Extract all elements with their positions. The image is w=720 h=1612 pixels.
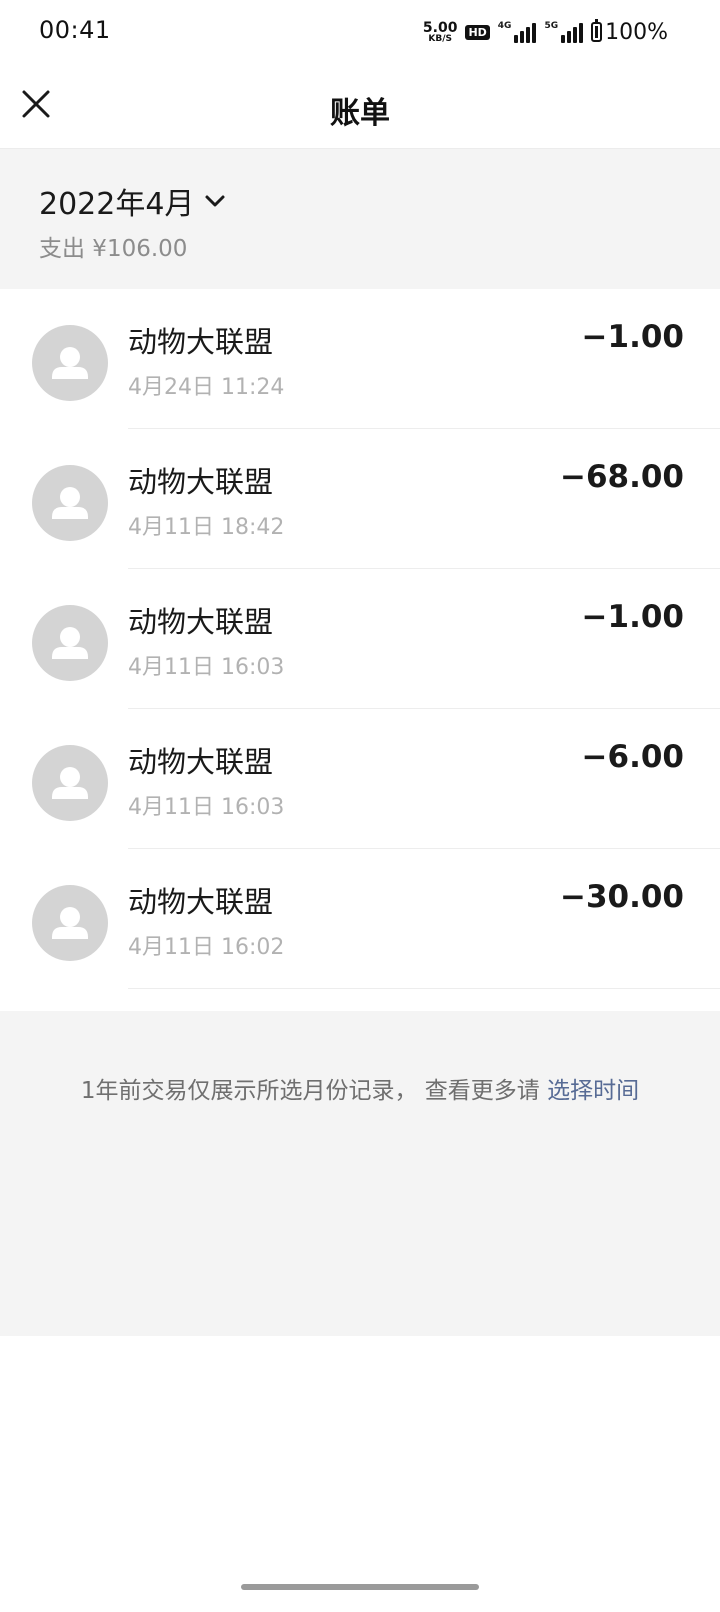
signal-5g-icon: 5G [544, 21, 584, 43]
battery-percent: 100% [605, 19, 668, 45]
chevron-down-icon [205, 195, 225, 207]
avatar [32, 465, 108, 541]
transaction-time: 4月11日 16:02 [128, 935, 285, 960]
transaction-row[interactable]: 动物大联盟 4月11日 18:42 −68.00 [0, 429, 720, 569]
status-bar: 00:41 5.00 KB/S HD 4G 5G 100% [0, 0, 720, 66]
transaction-amount: −6.00 [581, 739, 684, 775]
transaction-row[interactable]: 动物大联盟 4月11日 16:03 −1.00 [0, 569, 720, 709]
transaction-time: 4月11日 16:03 [128, 655, 285, 680]
merchant-name: 动物大联盟 [128, 745, 274, 779]
notice-area: 1年前交易仅展示所选月份记录， 查看更多请 选择时间 [0, 1011, 720, 1336]
notice-message: 1年前交易仅展示所选月份记录， 查看更多请 [80, 1078, 548, 1104]
default-user-icon [52, 767, 88, 799]
hd-icon: HD [465, 24, 490, 40]
signal-5g-label: 5G [544, 21, 559, 31]
month-total-expense: 支出 ¥106.00 [39, 236, 188, 262]
network-speed: 5.00 KB/S [423, 21, 458, 44]
status-time: 00:41 [39, 16, 111, 44]
transaction-row[interactable]: 动物大联盟 4月11日 16:03 −6.00 [0, 709, 720, 849]
notice-text: 1年前交易仅展示所选月份记录， 查看更多请 选择时间 [0, 1071, 720, 1105]
transaction-amount: −1.00 [581, 599, 684, 635]
default-user-icon [52, 347, 88, 379]
default-user-icon [52, 627, 88, 659]
avatar [32, 745, 108, 821]
merchant-name: 动物大联盟 [128, 465, 274, 499]
transaction-time: 4月11日 16:03 [128, 795, 285, 820]
avatar [32, 885, 108, 961]
divider [128, 988, 720, 989]
month-label: 2022年4月 [39, 187, 195, 222]
page-title: 账单 [330, 96, 390, 131]
transaction-list: 动物大联盟 4月24日 11:24 −1.00 动物大联盟 4月11日 18:4… [0, 289, 720, 989]
network-speed-value: 5.00 [422, 19, 458, 36]
network-speed-unit: KB/S [428, 33, 452, 44]
merchant-name: 动物大联盟 [128, 885, 274, 919]
merchant-name: 动物大联盟 [128, 605, 274, 639]
select-time-link[interactable]: 选择时间 [547, 1078, 639, 1104]
transaction-amount: −1.00 [581, 319, 684, 355]
month-selector[interactable]: 2022年4月 [39, 179, 226, 223]
avatar [32, 605, 108, 681]
transaction-time: 4月24日 11:24 [128, 375, 285, 400]
transaction-amount: −30.00 [559, 879, 684, 915]
status-icons: 5.00 KB/S HD 4G 5G 100% [423, 18, 668, 46]
transaction-row[interactable]: 动物大联盟 4月11日 16:02 −30.00 [0, 849, 720, 989]
merchant-name: 动物大联盟 [128, 325, 274, 359]
default-user-icon [52, 487, 88, 519]
transaction-amount: −68.00 [559, 459, 684, 495]
battery-icon [591, 19, 603, 42]
avatar [32, 325, 108, 401]
transaction-row[interactable]: 动物大联盟 4月24日 11:24 −1.00 [0, 289, 720, 429]
default-user-icon [52, 907, 88, 939]
battery-indicator: 100% [591, 19, 668, 45]
transaction-time: 4月11日 18:42 [128, 515, 285, 540]
signal-4g-label: 4G [497, 21, 512, 31]
signal-4g-icon: 4G [498, 21, 537, 43]
month-summary: 2022年4月 支出 ¥106.00 [0, 149, 720, 289]
home-indicator[interactable] [241, 1584, 479, 1590]
title-bar: 账单 [0, 66, 720, 149]
